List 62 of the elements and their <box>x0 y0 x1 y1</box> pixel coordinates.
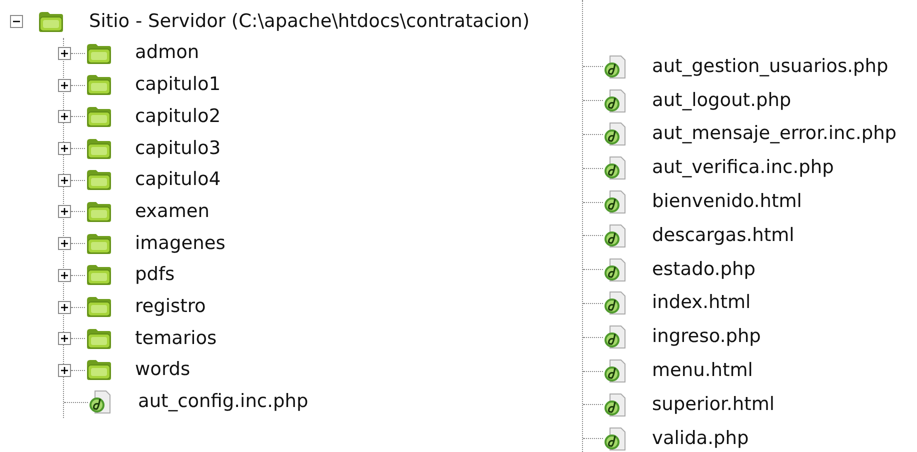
tree-item-label[interactable]: aut_verifica.inc.php <box>652 157 834 180</box>
expand-icon[interactable] <box>58 142 71 156</box>
folder-icon <box>85 200 113 223</box>
tree-item-label[interactable]: aut_gestion_usuarios.php <box>652 56 888 78</box>
folder-icon <box>85 328 113 350</box>
php-file-icon <box>603 325 627 350</box>
folder-icon <box>85 169 113 192</box>
tree-item-label[interactable]: valida.php <box>652 428 749 450</box>
php-file-icon <box>603 122 627 146</box>
tree-item-label[interactable]: pdfs <box>135 264 175 286</box>
folder-icon <box>37 10 65 33</box>
tree-item-label[interactable]: superior.html <box>652 394 774 416</box>
php-file-icon <box>603 190 627 214</box>
folder-icon <box>85 74 113 96</box>
folder-icon <box>85 42 113 65</box>
expand-icon[interactable] <box>58 237 71 250</box>
tree-item-label[interactable]: descargas.html <box>652 224 794 247</box>
tree-item-label[interactable]: aut_mensaje_error.inc.php <box>652 123 897 146</box>
php-file-icon <box>603 392 627 417</box>
tree-item-label[interactable]: admon <box>135 42 200 65</box>
tree-item-label[interactable]: estado.php <box>652 258 756 281</box>
tree-item-label[interactable]: registro <box>135 296 206 318</box>
expand-icon[interactable] <box>58 300 71 314</box>
php-file-icon <box>603 291 627 316</box>
tree-item-label[interactable]: words <box>135 359 190 382</box>
folder-icon <box>85 359 113 382</box>
expand-icon[interactable] <box>58 110 71 124</box>
tree-item-label[interactable]: capitulo4 <box>135 169 221 192</box>
folder-icon <box>85 138 113 160</box>
tree-item-label[interactable]: capitulo3 <box>135 138 221 160</box>
php-file-icon <box>603 54 627 79</box>
php-file-icon <box>603 224 627 248</box>
tree-item-label[interactable]: ingreso.php <box>652 326 761 348</box>
expand-icon[interactable] <box>58 268 71 282</box>
expand-icon[interactable] <box>58 174 71 187</box>
php-file-icon <box>603 426 627 451</box>
php-file-icon <box>603 359 627 384</box>
collapse-icon[interactable] <box>10 15 23 28</box>
folder-icon <box>85 296 113 318</box>
php-file-icon <box>88 390 112 414</box>
expand-icon[interactable] <box>58 364 71 377</box>
expand-icon[interactable] <box>58 78 71 92</box>
tree-item-label[interactable]: temarios <box>135 328 217 350</box>
folder-icon <box>85 264 113 286</box>
php-file-icon <box>603 156 627 180</box>
tree-item-label[interactable]: examen <box>135 200 210 224</box>
tree-item-label[interactable]: Sitio - Servidor (C:\apache\htdocs\contratacion) <box>89 10 530 33</box>
tree-item-label[interactable]: aut_config.inc.php <box>138 391 308 414</box>
tree-item-label[interactable]: imagenes <box>135 232 226 255</box>
tree-item-label[interactable]: bienvenido.html <box>652 190 802 214</box>
tree-item-label[interactable]: aut_logout.php <box>652 90 792 112</box>
tree-item-label[interactable]: menu.html <box>652 360 753 382</box>
folder-icon <box>85 106 113 128</box>
tree-item-label[interactable]: index.html <box>652 292 751 315</box>
tree-item-label[interactable]: capitulo2 <box>135 106 221 128</box>
folder-icon <box>85 232 113 255</box>
php-file-icon <box>603 88 627 113</box>
tree-item-label[interactable]: capitulo1 <box>135 74 221 96</box>
expand-icon[interactable] <box>58 205 71 218</box>
php-file-icon <box>603 258 627 282</box>
expand-icon[interactable] <box>58 332 71 346</box>
expand-icon[interactable] <box>58 47 71 60</box>
